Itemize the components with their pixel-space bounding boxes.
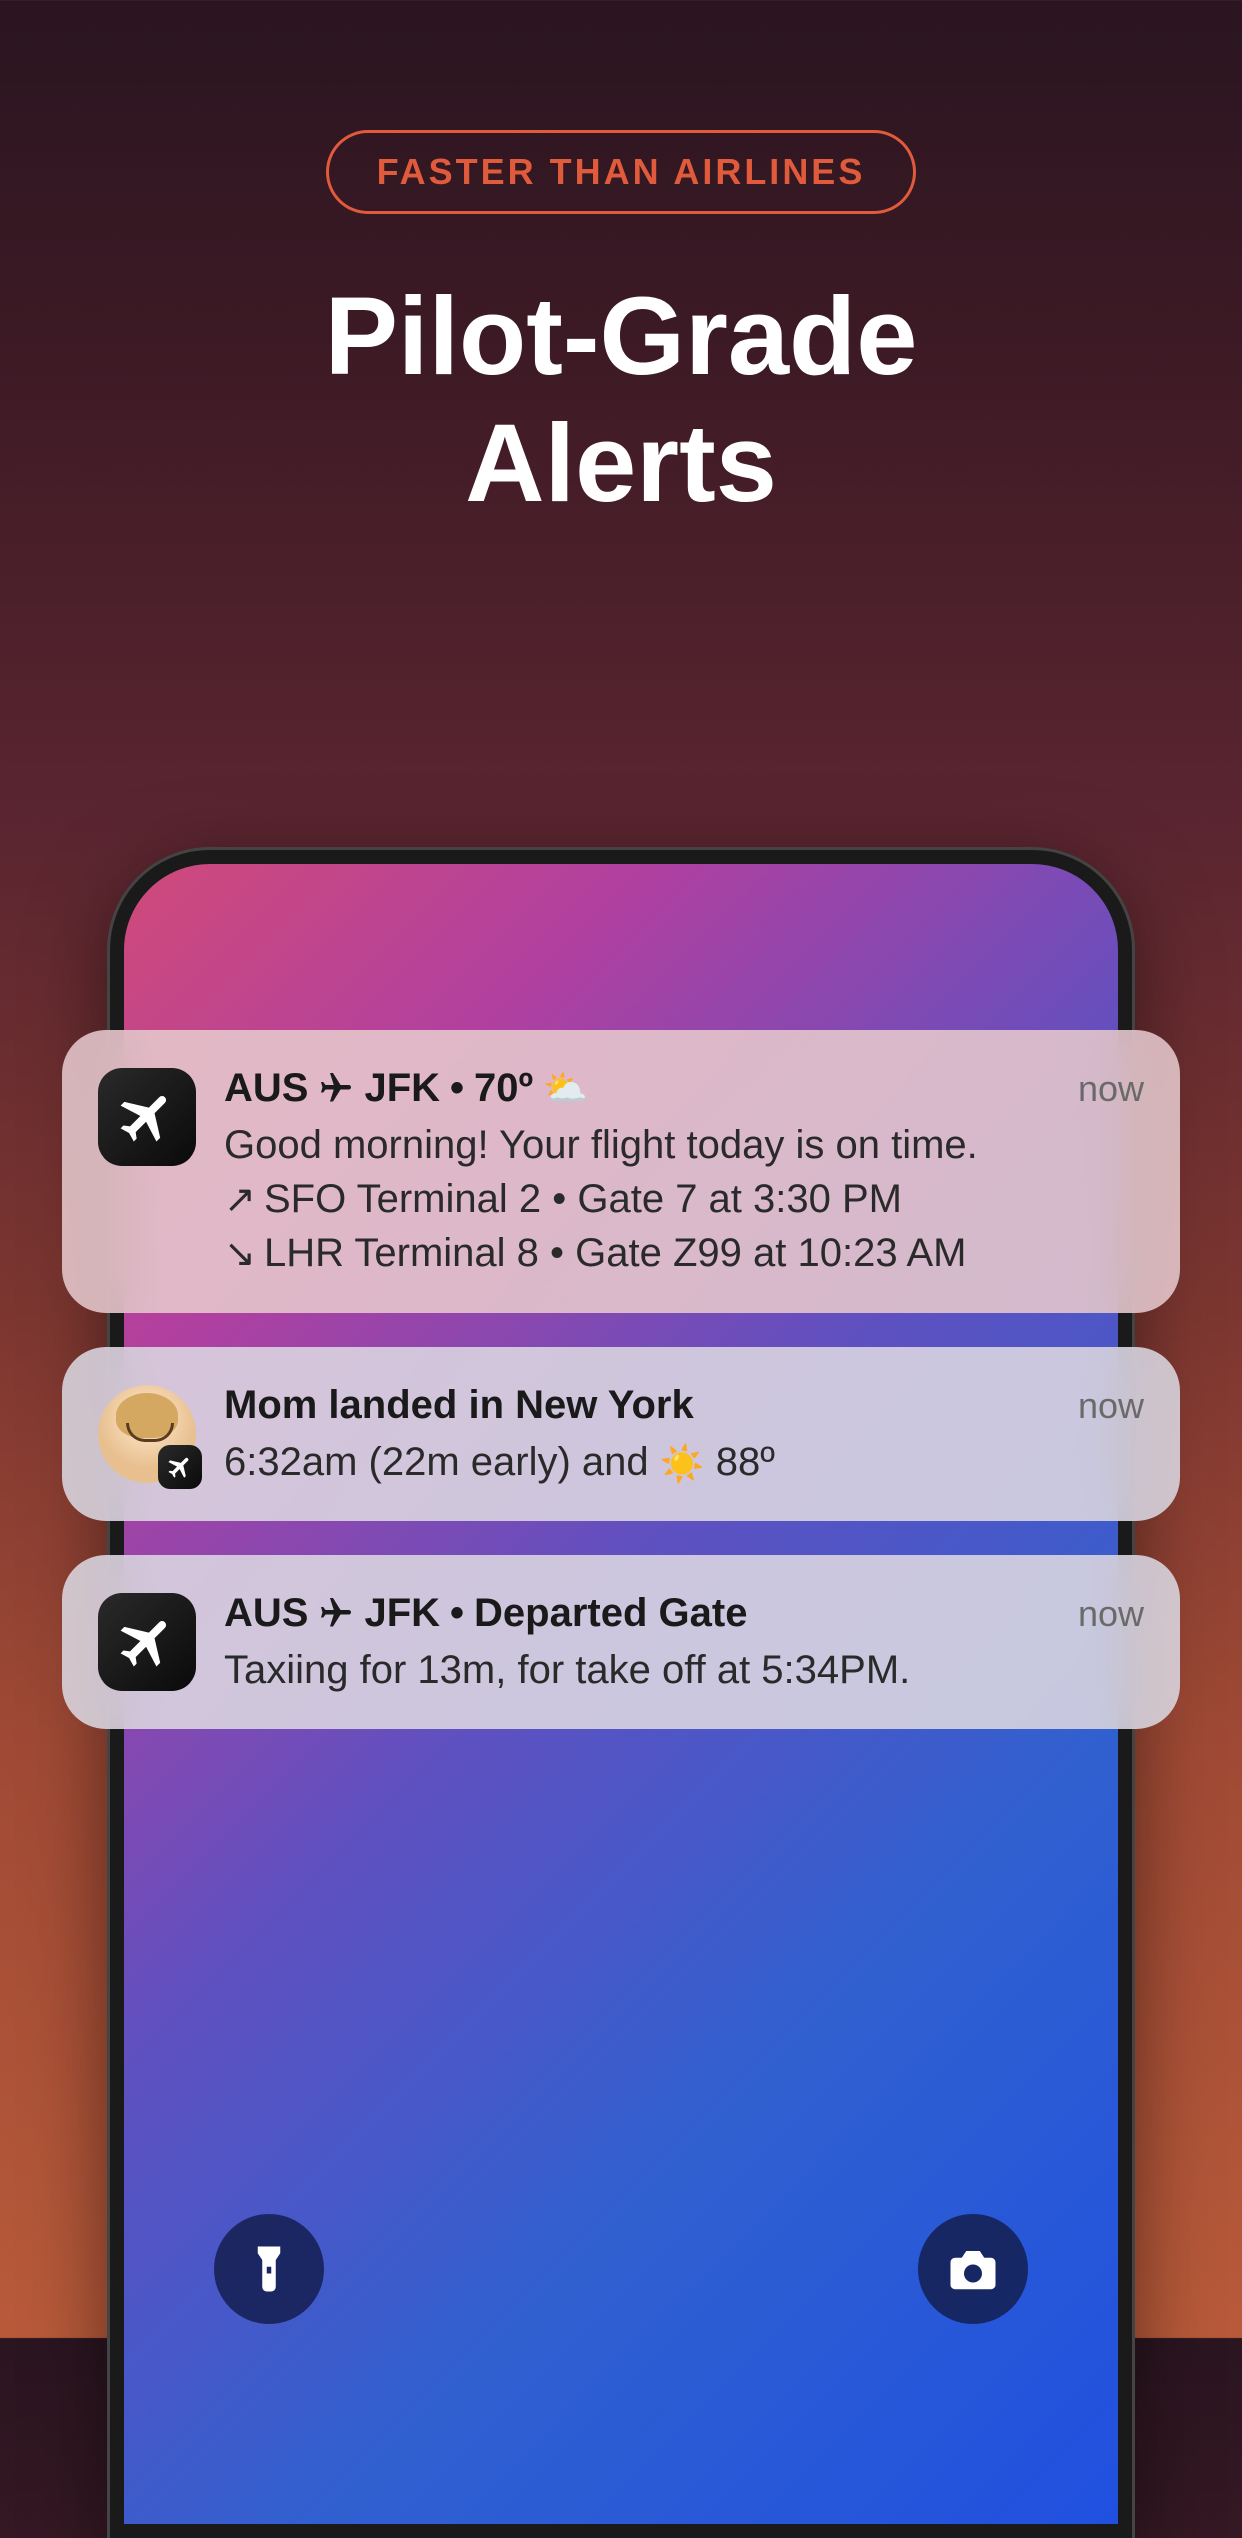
plane-icon [115, 1610, 179, 1674]
plane-icon [115, 1085, 179, 1149]
notification-content: Mom landed in New York now 6:32am (22m e… [224, 1379, 1144, 1489]
notification-time: now [1078, 1593, 1144, 1635]
camera-icon [946, 2242, 1000, 2296]
sun-icon: ☀️ [660, 1440, 705, 1489]
plane-icon [318, 1595, 354, 1631]
lockscreen-controls [124, 2214, 1118, 2324]
notification-time: now [1078, 1385, 1144, 1427]
flashlight-icon [242, 2242, 296, 2296]
notification-card[interactable]: AUS JFK • Departed Gate now Taxiing for … [62, 1555, 1180, 1729]
contact-avatar [98, 1385, 196, 1483]
promo-badge: FASTER THAN AIRLINES [326, 130, 917, 214]
flashlight-button[interactable] [214, 2214, 324, 2324]
notification-content: AUS JFK • 70º ⛅ now Good morning! Your f… [224, 1062, 1144, 1281]
app-icon-badge [158, 1445, 202, 1489]
app-icon [98, 1068, 196, 1166]
notification-time: now [1078, 1068, 1144, 1110]
notification-title: AUS JFK • Departed Gate [224, 1587, 747, 1639]
notifications-list: AUS JFK • 70º ⛅ now Good morning! Your f… [62, 1030, 1180, 1729]
notification-title: AUS JFK • 70º ⛅ [224, 1062, 588, 1114]
notification-content: AUS JFK • Departed Gate now Taxiing for … [224, 1587, 1144, 1697]
plane-icon [318, 1070, 354, 1106]
notification-body: Taxiing for 13m, for take off at 5:34PM. [224, 1643, 1144, 1697]
departure-arrow-icon: ↗ [224, 1175, 264, 1226]
notification-card[interactable]: Mom landed in New York now 6:32am (22m e… [62, 1347, 1180, 1521]
camera-button[interactable] [918, 2214, 1028, 2324]
weather-icon: ⛅ [543, 1065, 588, 1112]
notification-title: Mom landed in New York [224, 1379, 694, 1431]
arrival-arrow-icon: ↘ [224, 1229, 264, 1280]
app-icon [98, 1593, 196, 1691]
notification-body: 6:32am (22m early) and ☀️ 88º [224, 1435, 1144, 1489]
notification-body: Good morning! Your flight today is on ti… [224, 1118, 1144, 1281]
notification-card[interactable]: AUS JFK • 70º ⛅ now Good morning! Your f… [62, 1030, 1180, 1313]
plane-icon [166, 1453, 194, 1481]
page-title: Pilot-GradeAlerts [0, 274, 1242, 527]
